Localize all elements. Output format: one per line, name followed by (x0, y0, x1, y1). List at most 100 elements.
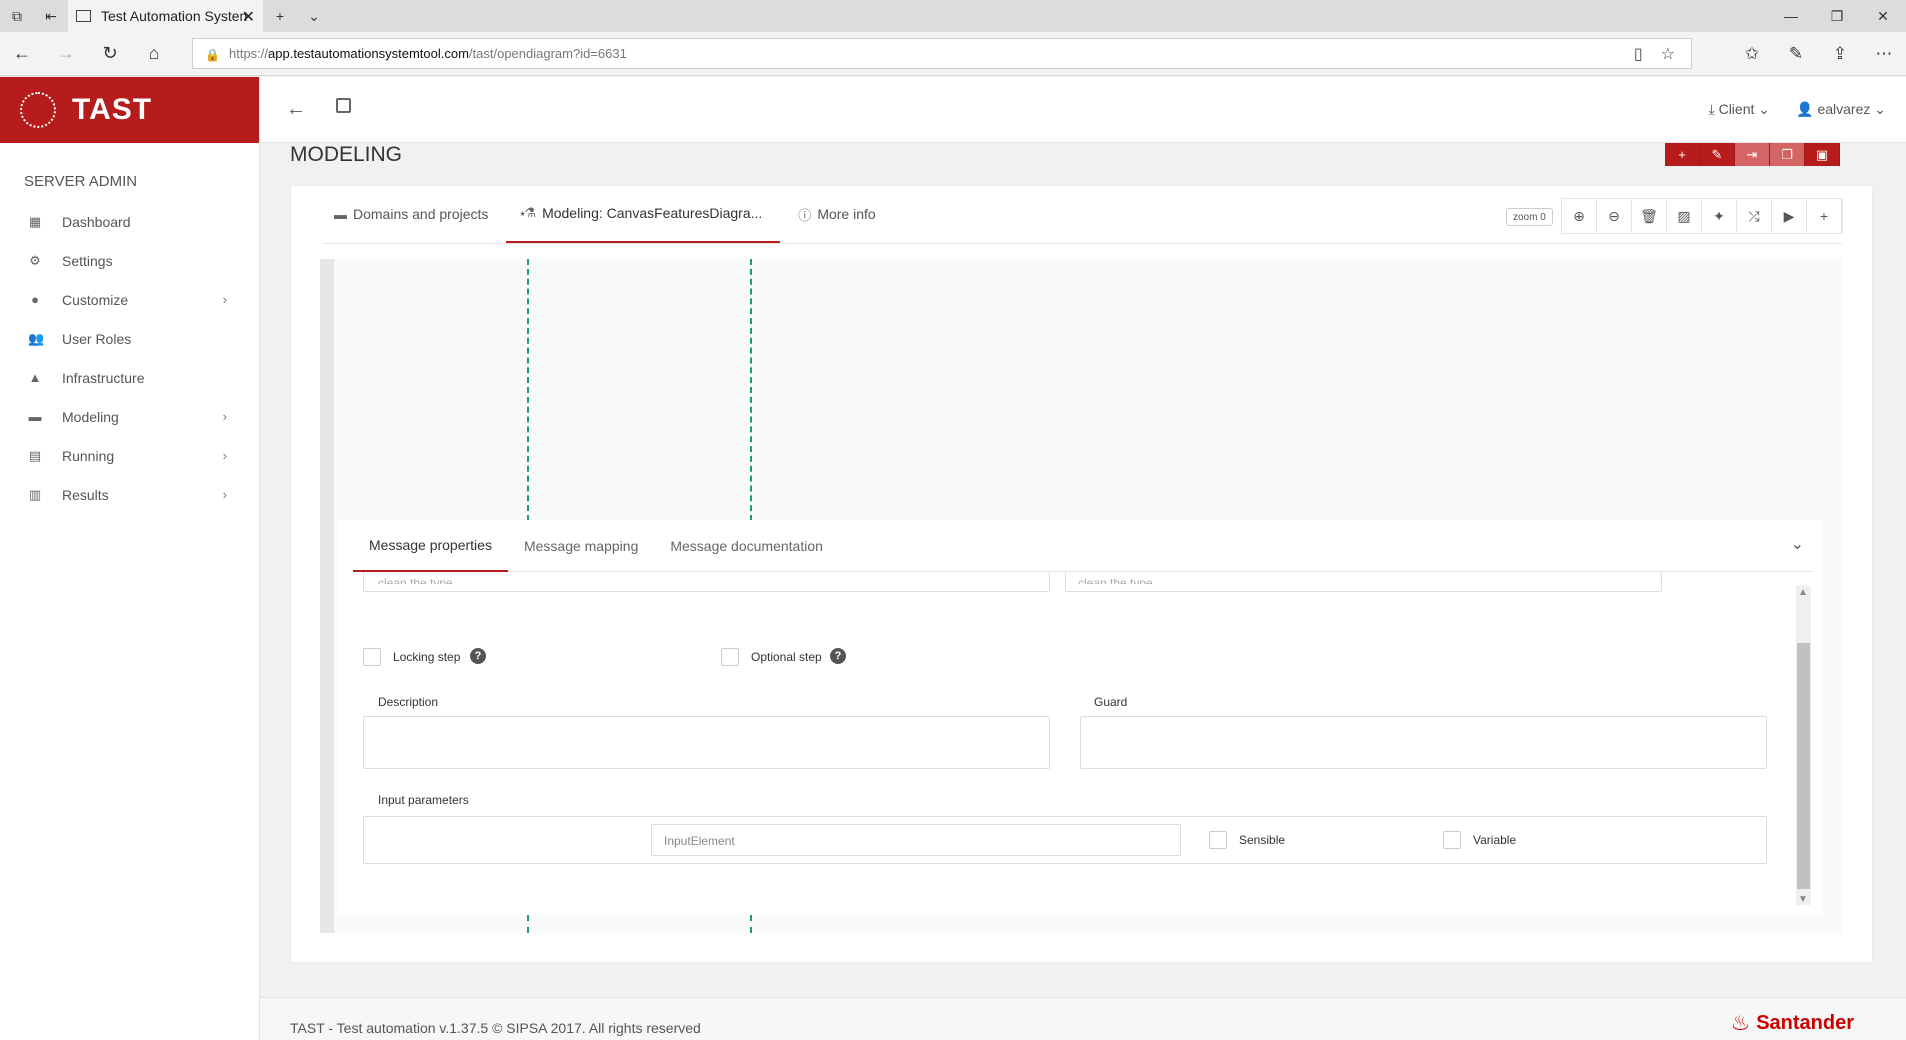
tab-domains-projects[interactable]: ▬ Domains and projects (316, 185, 506, 243)
bar-chart-icon: ▥ (28, 486, 42, 502)
optional-step-label: Optional step (751, 650, 822, 664)
save-button[interactable]: ▣ (1805, 143, 1840, 166)
help-icon[interactable]: ? (830, 648, 846, 664)
tab-modeling[interactable]: * ⚗ Modeling: CanvasFeaturesDiagra... (506, 185, 781, 243)
magic-wand-icon[interactable]: ✦ (1702, 199, 1737, 233)
users-icon: 👥 (28, 330, 45, 346)
sidebar-item-running[interactable]: ▤ Running › (0, 436, 259, 475)
type-field-left[interactable] (363, 572, 1050, 592)
user-menu[interactable]: 👤 ealvarez ⌄ (1796, 101, 1886, 118)
url-field[interactable]: 🔒 https:// app.testautomationsystemtool.… (192, 38, 1692, 69)
copy-button[interactable]: ❐ (1770, 143, 1805, 166)
back-arrow-icon[interactable]: ← (286, 98, 306, 121)
chevron-down-icon: ⌄ (1758, 101, 1770, 117)
sidebar-item-user-roles[interactable]: 👥 User Roles (0, 319, 259, 358)
fullscreen-icon[interactable] (336, 98, 351, 113)
pen-icon[interactable]: ✎ (1774, 32, 1818, 76)
tab-label: More info (817, 206, 876, 222)
new-tab-icon[interactable]: + (263, 0, 297, 32)
variable-checkbox[interactable] (1443, 831, 1461, 849)
client-menu[interactable]: ⤓ Client ⌄ (1708, 101, 1770, 118)
chevron-right-icon: › (222, 448, 227, 463)
help-icon[interactable]: ? (470, 648, 486, 664)
chevron-right-icon: › (222, 409, 227, 424)
tab-message-properties[interactable]: Message properties (353, 520, 508, 572)
lifeline[interactable] (750, 259, 752, 521)
sensible-label: Sensible (1239, 833, 1286, 847)
variable-label: Variable (1473, 833, 1517, 847)
tab-message-mapping[interactable]: Message mapping (508, 520, 654, 572)
lifeline[interactable] (527, 259, 529, 521)
add-button[interactable]: + (1665, 143, 1700, 166)
browser-tab[interactable]: Test Automation Systen ✕ (68, 0, 263, 32)
type-field-left-placeholder: clean the type (378, 576, 453, 584)
sidebar-item-infrastructure[interactable]: ▲ Infrastructure (0, 358, 259, 397)
browser-tab-bar: ⧉ ⇤ Test Automation Systen ✕ + ⌄ — ❐ ✕ (0, 0, 1906, 32)
client-label: Client (1718, 101, 1755, 117)
play-icon[interactable]: ▶ (1772, 199, 1807, 233)
guard-textarea[interactable] (1080, 716, 1767, 769)
import-button[interactable]: ⇥ (1735, 143, 1770, 166)
sidebar-item-results[interactable]: ▥ Results › (0, 475, 259, 514)
tab-actions-icon[interactable]: ⧉ (0, 0, 34, 32)
sidebar-item-settings[interactable]: ⚙ Settings (0, 241, 259, 280)
chevron-down-icon: ⌄ (1874, 101, 1886, 117)
browser-back-icon[interactable]: ← (0, 43, 44, 64)
edit-icon: ✎ (1711, 146, 1723, 162)
footer: TAST - Test automation v.1.37.5 © SIPSA … (260, 997, 1906, 1040)
edit-button[interactable]: ✎ (1700, 143, 1735, 166)
lifeline[interactable] (750, 915, 752, 933)
type-field-right-placeholder: clean the type (1078, 576, 1153, 584)
sensible-checkbox[interactable] (1209, 831, 1227, 849)
trash-icon[interactable]: 🗑 (1632, 199, 1667, 233)
info-icon: ⓘ (798, 207, 812, 223)
more-icon[interactable]: ⋯ (1862, 32, 1906, 76)
reading-view-icon[interactable]: ▯ (1634, 44, 1643, 64)
sidebar-item-label: Results (62, 486, 109, 503)
tab-list-chevron-icon[interactable]: ⌄ (297, 0, 331, 32)
road-icon: ▲ (28, 370, 42, 385)
lifeline[interactable] (527, 915, 529, 933)
brand-header[interactable]: TAST (0, 77, 259, 143)
image-icon[interactable]: ▨ (1667, 199, 1702, 233)
plus-icon: + (1678, 147, 1686, 162)
optional-step-checkbox[interactable] (721, 648, 739, 666)
home-icon[interactable]: ⌂ (132, 43, 176, 64)
description-label: Description (378, 695, 439, 709)
collapse-chevron-icon[interactable]: ⌄ (1791, 534, 1804, 554)
description-textarea[interactable] (363, 716, 1050, 769)
locking-step-checkbox[interactable] (363, 648, 381, 666)
scroll-up-icon[interactable]: ▲ (1798, 587, 1808, 598)
restore-icon[interactable]: ❐ (1814, 0, 1860, 32)
sidebar-item-customize[interactable]: ● Customize › (0, 280, 259, 319)
message-properties-panel: Message properties Message mapping Messa… (337, 520, 1822, 915)
zoom-in-icon[interactable]: ⊕ (1562, 199, 1597, 233)
zoom-out-icon[interactable]: ⊖ (1597, 199, 1632, 233)
close-window-icon[interactable]: ✕ (1860, 0, 1906, 32)
scrollbar-thumb[interactable] (1797, 643, 1810, 889)
sidebar-item-label: Dashboard (62, 213, 131, 230)
sidebar-section-title: SERVER ADMIN (24, 173, 138, 190)
sidebar-item-label: Settings (62, 252, 113, 269)
share-icon[interactable]: ⇪ (1818, 32, 1862, 76)
favorite-star-icon[interactable]: ☆ (1661, 44, 1675, 64)
close-tab-icon[interactable]: ✕ (242, 7, 255, 27)
properties-scrollbar[interactable]: ▲ ▼ (1796, 585, 1811, 905)
sidebar-item-dashboard[interactable]: ▦ Dashboard (0, 202, 259, 241)
refresh-icon[interactable]: ↻ (88, 43, 132, 64)
sidebar-item-modeling[interactable]: ▬ Modeling › (0, 397, 259, 436)
set-aside-tabs-icon[interactable]: ⇤ (34, 0, 68, 32)
browser-forward-icon[interactable]: → (44, 43, 88, 64)
tabs-divider (322, 243, 1842, 244)
chevron-right-icon: › (222, 487, 227, 502)
tab-message-documentation[interactable]: Message documentation (654, 520, 839, 572)
favorites-icon[interactable]: ✩ (1730, 32, 1774, 76)
tast-logo-icon (20, 92, 56, 128)
minimize-icon[interactable]: — (1768, 0, 1814, 32)
tab-more-info[interactable]: ⓘ More info (780, 185, 893, 243)
type-field-right[interactable] (1065, 572, 1662, 592)
shuffle-icon[interactable]: ⤮ (1737, 199, 1772, 233)
plus-icon[interactable]: + (1807, 199, 1842, 233)
scroll-down-icon[interactable]: ▼ (1798, 894, 1808, 905)
dashboard-icon: ▦ (28, 213, 42, 229)
